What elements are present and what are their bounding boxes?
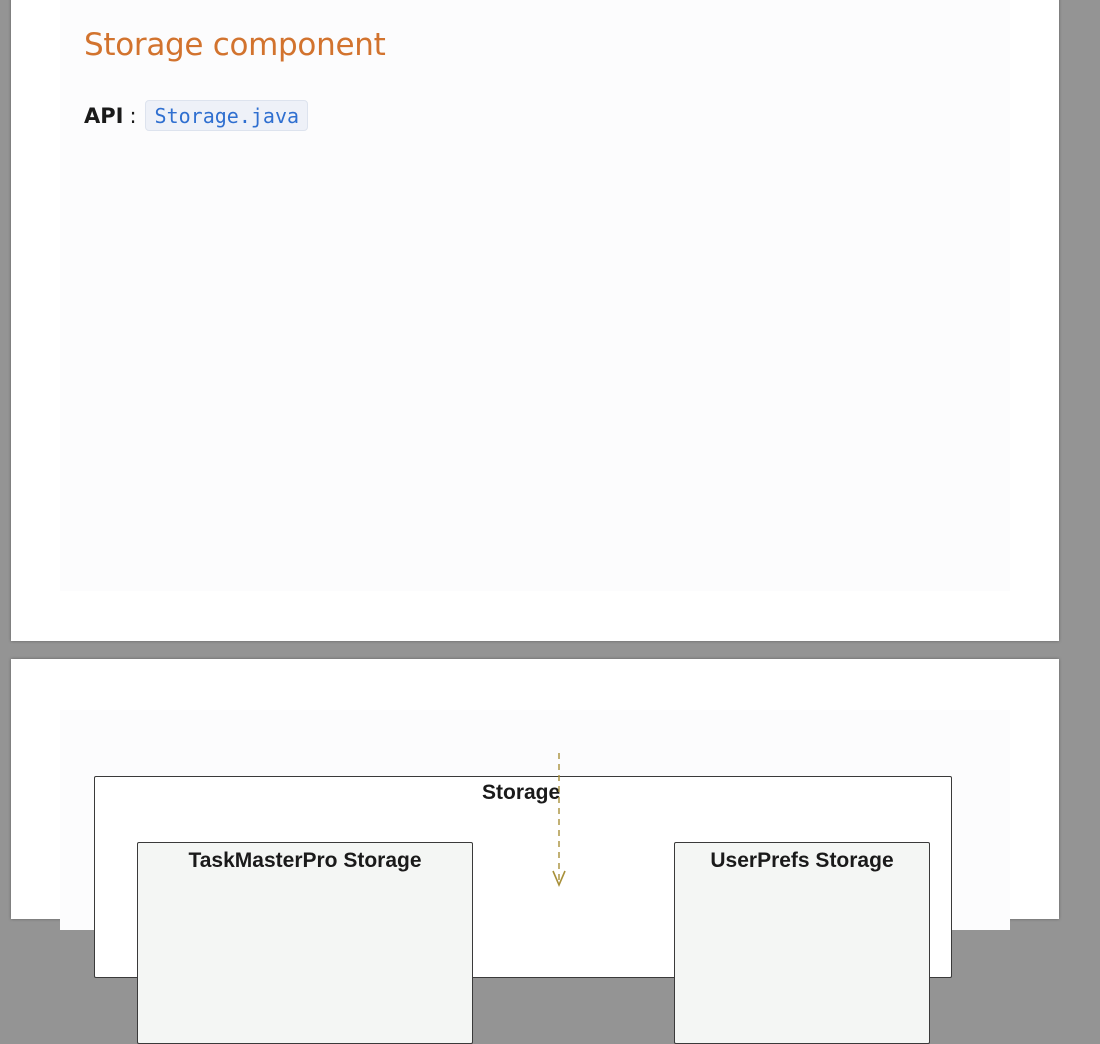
taskmasterpro-storage-box: TaskMasterPro Storage <box>137 842 473 1044</box>
storage-package-box: Storage TaskMasterPro Storage UserPrefs … <box>94 776 952 1044</box>
document-page-2: Storage TaskMasterPro Storage UserPrefs … <box>11 659 1059 1044</box>
api-line: API : Storage.java <box>84 100 309 131</box>
storage-architecture-diagram: Storage TaskMasterPro Storage UserPrefs … <box>84 745 984 1044</box>
api-label: API <box>84 103 124 128</box>
dependency-arrow <box>552 753 566 888</box>
userprefs-storage-box: UserPrefs Storage <box>674 842 930 1044</box>
section-heading: Storage component <box>84 27 386 63</box>
taskmasterpro-storage-title: TaskMasterPro Storage <box>188 849 422 872</box>
document-page-1: Storage component API : Storage.java <box>11 0 1059 641</box>
api-separator: : <box>129 103 137 128</box>
userprefs-storage-title: UserPrefs Storage <box>710 849 894 872</box>
storage-java-link[interactable]: Storage.java <box>144 100 309 131</box>
page-content-area <box>60 0 1010 591</box>
